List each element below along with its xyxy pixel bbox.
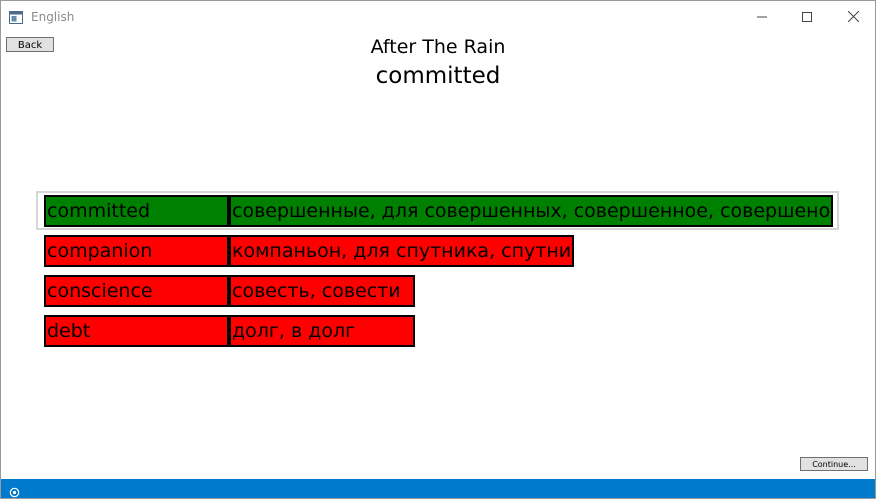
window-title: English <box>31 10 75 24</box>
translation-cell: совершенные, для совершенных, совершенно… <box>229 195 833 227</box>
status-bar <box>1 479 875 498</box>
minimize-button[interactable] <box>739 1 785 32</box>
close-icon <box>847 7 859 26</box>
app-window: English Back After The Rain committed co… <box>0 0 876 499</box>
word-cell: companion <box>44 235 229 267</box>
maximize-icon <box>802 7 812 26</box>
app-window-icon <box>9 9 23 24</box>
minimize-icon <box>757 7 767 26</box>
word-cell: conscience <box>44 275 229 307</box>
continue-button[interactable]: Continue... <box>800 457 868 471</box>
song-title: After The Rain <box>370 36 506 58</box>
word-cell: debt <box>44 315 229 347</box>
maximize-button[interactable] <box>784 1 830 32</box>
title-bar: English <box>1 1 875 32</box>
translation-cell: совесть, совести <box>229 275 415 307</box>
close-button[interactable] <box>830 1 875 32</box>
settings-icon[interactable] <box>9 483 20 498</box>
current-word: committed <box>375 63 501 89</box>
word-cell: committed <box>44 195 229 227</box>
translation-cell: компаньон, для спутника, спутник <box>229 235 574 267</box>
translation-cell: долг, в долг <box>229 315 415 347</box>
